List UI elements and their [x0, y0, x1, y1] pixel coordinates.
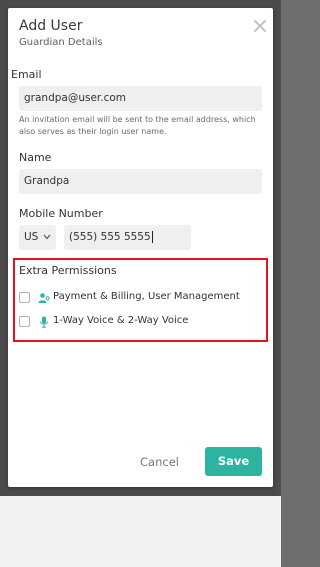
mobile-number-label: Mobile Number	[19, 207, 103, 220]
save-button[interactable]: Save	[205, 447, 262, 476]
email-label: Email	[11, 68, 42, 81]
voice-label: 1-Way Voice & 2-Way Voice	[53, 315, 189, 326]
page-background	[0, 496, 281, 567]
payment-billing-checkbox[interactable]	[19, 292, 30, 303]
close-icon[interactable]	[250, 16, 270, 36]
name-field[interactable]: Grandpa	[19, 169, 262, 194]
country-code-value: US	[24, 231, 39, 243]
voice-checkbox[interactable]	[19, 316, 30, 327]
text-cursor	[151, 231, 153, 243]
mobile-number-value: (555) 555 5555	[69, 231, 151, 243]
email-hint: An invitation email will be sent to the …	[19, 115, 256, 136]
name-label: Name	[19, 151, 52, 164]
chevron-down-icon	[43, 234, 51, 240]
cancel-button[interactable]: Cancel	[140, 455, 179, 469]
extra-permissions-title: Extra Permissions	[19, 264, 117, 277]
country-code-select[interactable]: US	[19, 225, 56, 250]
user-settings-icon	[38, 293, 50, 303]
microphone-icon	[40, 316, 48, 328]
payment-billing-label: Payment & Billing, User Management	[53, 291, 240, 302]
mobile-number-field[interactable]: (555) 555 5555	[64, 225, 191, 250]
email-field[interactable]: grandpa@user.com	[19, 86, 262, 111]
dialog-title: Add User	[19, 18, 83, 34]
dialog-subtitle: Guardian Details	[19, 37, 103, 48]
